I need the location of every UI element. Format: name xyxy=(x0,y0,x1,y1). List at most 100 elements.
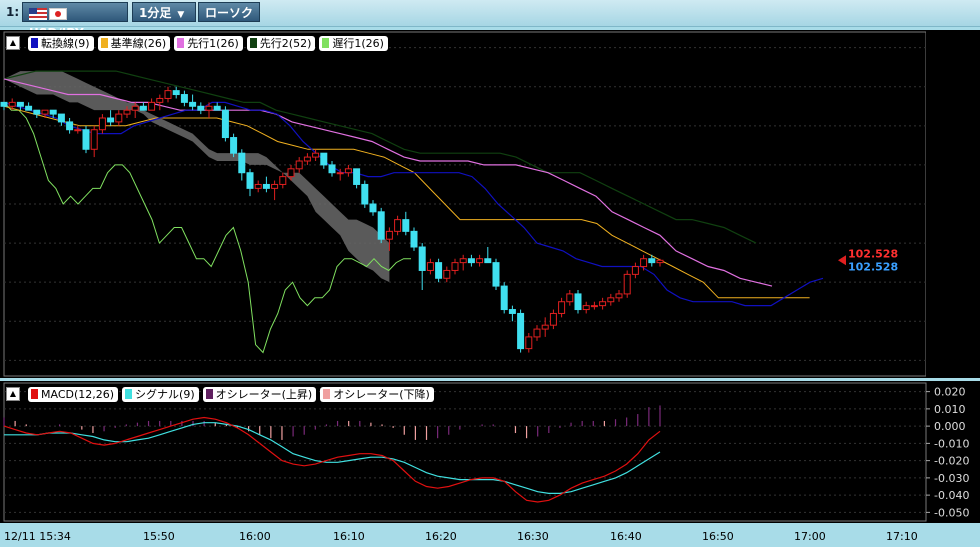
candle-body xyxy=(656,259,664,264)
candle-body xyxy=(139,105,147,111)
candle-body xyxy=(369,203,377,213)
legend-swatch xyxy=(125,389,133,399)
candle-body xyxy=(631,266,639,275)
collapse-legend-button[interactable]: ▲ xyxy=(6,36,20,50)
legend-osc-up[interactable]: オシレーター(上昇) xyxy=(202,387,317,402)
x-tick-label: 16:50 xyxy=(702,530,734,543)
legend-swatch xyxy=(249,38,257,48)
macd-plot-border xyxy=(3,382,927,522)
price-legend: 転換線(9) 基準線(26) 先行1(26) 先行2(52) 遅行1(26) xyxy=(28,36,388,51)
macd-chart[interactable]: 0.020 0.010 0.000 -0.010 -0.020 -0.030 -0.040 -… xyxy=(0,381,980,523)
legend-swatch xyxy=(100,38,108,48)
candle-body xyxy=(394,219,402,232)
legend-tenkan[interactable]: 転換線(9) xyxy=(28,36,94,51)
candle-body xyxy=(435,262,443,279)
candle-body xyxy=(107,117,115,123)
candle-body xyxy=(500,285,508,311)
candle-body xyxy=(582,305,590,311)
legend-swatch xyxy=(31,389,38,399)
legend-osc-down[interactable]: オシレーター(下降) xyxy=(320,387,434,402)
legend-swatch xyxy=(177,38,185,48)
candle-body xyxy=(353,168,361,185)
candle-body xyxy=(541,324,549,330)
candle-body xyxy=(197,105,205,111)
candle-body xyxy=(492,262,500,287)
legend-senkou-b[interactable]: 先行2(52) xyxy=(246,36,316,51)
candle-body xyxy=(385,230,393,240)
candle-body xyxy=(361,183,369,205)
macd-y-tick-label: -0.050 xyxy=(934,506,969,519)
chart-type-selector[interactable]: ローソク xyxy=(198,2,260,22)
collapse-macd-legend-button[interactable]: ▲ xyxy=(6,387,20,401)
candle-body xyxy=(377,211,385,240)
x-tick-label: 12/11 15:34 xyxy=(4,530,71,543)
candle-body xyxy=(180,94,188,103)
legend-senkou-a[interactable]: 先行1(26) xyxy=(174,36,243,51)
candle-body xyxy=(312,152,320,158)
legend-kijun[interactable]: 基準線(26) xyxy=(97,36,171,51)
x-tick-label: 16:00 xyxy=(239,530,271,543)
candle-body xyxy=(213,105,221,111)
dropdown-caret-icon: ▼ xyxy=(177,10,185,20)
candle-body xyxy=(344,168,352,174)
candle-body xyxy=(123,109,131,115)
legend-macd[interactable]: MACD(12,26) xyxy=(28,387,119,402)
candle-body xyxy=(574,293,582,311)
candle-body xyxy=(262,183,270,189)
time-axis: 12/11 15:34 15:50 16:00 16:10 16:20 16:30 16:4… xyxy=(4,530,918,543)
legend-signal[interactable]: シグナル(9) xyxy=(122,387,199,402)
candle-body xyxy=(287,168,295,178)
candle-body xyxy=(615,293,623,299)
candle-body xyxy=(484,258,492,264)
timeframe-label: 1分足 xyxy=(139,6,172,20)
candle-body xyxy=(115,113,123,123)
symbol-selector[interactable]: USD/JPY xyxy=(22,2,128,40)
candle-body xyxy=(566,293,574,303)
candle-body xyxy=(410,230,418,248)
kijun-line xyxy=(3,105,810,299)
candle-body xyxy=(558,301,566,314)
candle-body xyxy=(156,97,164,103)
candle-body xyxy=(443,269,451,279)
candle-body xyxy=(623,273,631,295)
x-tick-label: 16:20 xyxy=(425,530,457,543)
price-chart[interactable]: 102.80102.75102.70102.65102.60102.55102.… xyxy=(0,30,980,378)
candle-body xyxy=(238,152,246,174)
macd-panel: 0.020 0.010 0.000 -0.010 -0.020 -0.030 -0.040 -… xyxy=(0,381,980,523)
y-axis-area xyxy=(926,30,980,378)
timeframe-selector[interactable]: 1分足 ▼ xyxy=(132,2,196,22)
signal-line xyxy=(4,422,661,495)
candle-body xyxy=(328,164,336,174)
candle-body xyxy=(467,258,475,264)
candle-body xyxy=(205,105,213,111)
candle-body xyxy=(279,176,287,185)
macd-line xyxy=(3,416,661,503)
x-tick-label: 17:10 xyxy=(886,530,918,543)
candle-body xyxy=(426,262,434,271)
price-label-red: 102.528 xyxy=(848,247,898,260)
candle-body xyxy=(476,258,484,264)
candle-body xyxy=(451,262,459,271)
macd-legend: MACD(12,26) シグナル(9) オシレーター(上昇) オシレーター(下降… xyxy=(28,387,434,402)
macd-y-tick-label: -0.020 xyxy=(934,455,969,468)
candle-body xyxy=(49,109,57,115)
legend-swatch xyxy=(322,38,330,48)
candle-body xyxy=(599,301,607,307)
candle-body xyxy=(41,109,49,115)
macd-y-tick-label: 0.020 xyxy=(934,386,966,399)
candle-body xyxy=(164,90,172,99)
legend-swatch xyxy=(323,389,331,399)
x-tick-label: 16:10 xyxy=(333,530,365,543)
chart-toolbar: 1: USD/JPY 1分足 ▼ ローソク xyxy=(0,0,980,40)
candle-body xyxy=(320,152,328,166)
candle-body xyxy=(648,258,656,264)
macd-y-tick-label: -0.010 xyxy=(934,437,969,450)
candle-body xyxy=(230,137,238,154)
candle-body xyxy=(33,109,41,115)
legend-chikou[interactable]: 遅行1(26) xyxy=(319,36,388,51)
candle-body xyxy=(148,101,156,111)
candle-body xyxy=(533,328,541,338)
legend-swatch xyxy=(31,38,38,48)
candle-body xyxy=(0,101,8,107)
macd-y-tick-label: 0.000 xyxy=(934,420,966,433)
